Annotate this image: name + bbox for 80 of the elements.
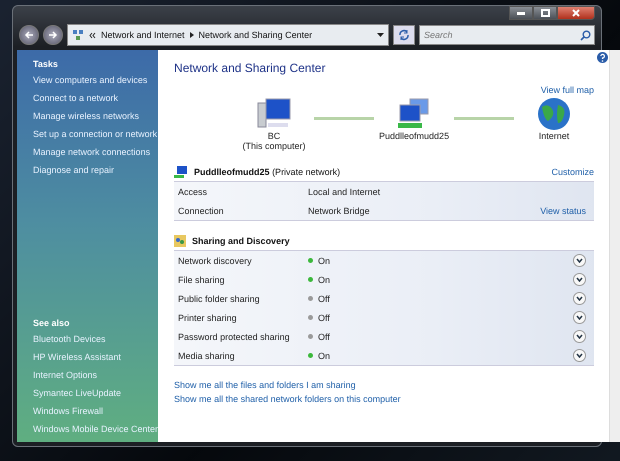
detail-label: Access <box>178 186 208 196</box>
breadcrumb-arrow-icon <box>190 32 194 38</box>
view-full-map-link[interactable]: View full map <box>174 85 594 95</box>
node-sublabel: (This computer) <box>242 141 306 151</box>
connection-line <box>454 117 514 120</box>
sidebar-link[interactable]: Windows Firewall <box>33 406 158 416</box>
detail-value: Local and Internet <box>308 186 382 196</box>
chevron-down-icon <box>576 334 584 339</box>
dropdown-caret-icon[interactable] <box>377 33 384 37</box>
page-title: Network and Sharing Center <box>174 61 326 75</box>
back-button[interactable] <box>19 25 39 45</box>
close-button[interactable] <box>557 6 595 20</box>
chevron-down-icon <box>576 296 584 301</box>
sidebar-link[interactable]: HP Wireless Assistant <box>33 352 158 362</box>
expand-button[interactable] <box>573 292 586 305</box>
sidebar-link[interactable]: Manage wireless networks <box>33 111 158 121</box>
customize-link[interactable]: Customize <box>552 166 594 176</box>
setting-label: File sharing <box>178 274 226 284</box>
network-icon <box>72 29 84 41</box>
expand-button[interactable] <box>573 330 586 343</box>
view-status-link[interactable]: View status <box>540 206 586 216</box>
detail-value: Network Bridge <box>308 206 371 216</box>
expand-button[interactable] <box>573 254 586 267</box>
help-icon[interactable] <box>597 52 608 63</box>
minimize-button[interactable] <box>509 6 533 20</box>
network-name: Puddlleofmudd25 (Private network) <box>194 166 342 176</box>
setting-label: Media sharing <box>178 350 236 360</box>
close-icon <box>572 9 580 17</box>
breadcrumb-link[interactable]: Network and Internet <box>101 30 185 40</box>
double-chevron-icon <box>89 32 96 38</box>
search-field[interactable]: Search <box>419 25 595 45</box>
status-text: Off <box>318 312 330 322</box>
chevron-down-icon <box>576 353 584 358</box>
setting-label: Network discovery <box>178 256 253 266</box>
address-bar[interactable]: Network and Internet Network and Sharing Center <box>67 24 389 46</box>
status-text: On <box>318 350 330 360</box>
sidebar-link[interactable]: View computers and devices <box>33 75 158 85</box>
section-heading: Sharing and Discovery <box>192 236 290 246</box>
connection-line <box>314 117 374 120</box>
scrollbar[interactable] <box>609 50 620 442</box>
node-label: BC <box>268 131 280 141</box>
refresh-button[interactable] <box>393 25 415 45</box>
expand-button[interactable] <box>573 273 586 286</box>
sidebar-link[interactable]: Manage network connections <box>33 147 158 157</box>
status-text: On <box>318 274 330 284</box>
status-text: Off <box>318 294 330 304</box>
sidebar-link[interactable]: Connect to a network <box>33 93 158 103</box>
people-icon <box>174 235 186 247</box>
maximize-icon <box>540 9 550 17</box>
setting-label: Public folder sharing <box>178 294 261 304</box>
sidebar-heading: Tasks <box>33 59 59 69</box>
sidebar-link[interactable]: Internet Options <box>33 370 158 380</box>
sidebar-heading: See also <box>33 318 71 328</box>
maximize-button[interactable] <box>533 6 557 20</box>
breadcrumb-link[interactable]: Network and Sharing Center <box>198 30 312 40</box>
sidebar-link[interactable]: Windows Mobile Device Center <box>33 424 158 434</box>
detail-label: Connection <box>178 206 225 216</box>
sidebar-link[interactable]: Set up a connection or network <box>33 129 158 139</box>
expand-button[interactable] <box>573 311 586 324</box>
right-arrow-icon <box>48 31 58 39</box>
sharing-link[interactable]: Show me all the shared network folders on this computer <box>174 394 401 404</box>
node-label: Puddlleofmudd25 <box>379 131 450 141</box>
forward-button[interactable] <box>43 25 63 45</box>
expand-button[interactable] <box>573 349 586 362</box>
sidebar-link[interactable]: Diagnose and repair <box>33 165 158 175</box>
chevron-down-icon <box>576 258 584 263</box>
setting-label: Password protected sharing <box>178 332 291 342</box>
status-text: On <box>318 256 330 266</box>
sidebar-link[interactable]: Symantec LiveUpdate <box>33 388 158 398</box>
chevron-down-icon <box>576 277 584 282</box>
sidebar-link[interactable]: Bluetooth Devices <box>33 334 158 344</box>
setting-label: Printer sharing <box>178 312 238 322</box>
minimize-icon <box>517 12 525 14</box>
status-text: Off <box>318 332 330 342</box>
chevron-down-icon <box>576 315 584 320</box>
left-arrow-icon <box>24 31 34 39</box>
search-icon[interactable] <box>580 30 591 41</box>
refresh-icon <box>398 29 410 41</box>
sharing-link[interactable]: Show me all the files and folders I am sharing <box>174 380 356 390</box>
node-label: Internet <box>538 131 570 141</box>
